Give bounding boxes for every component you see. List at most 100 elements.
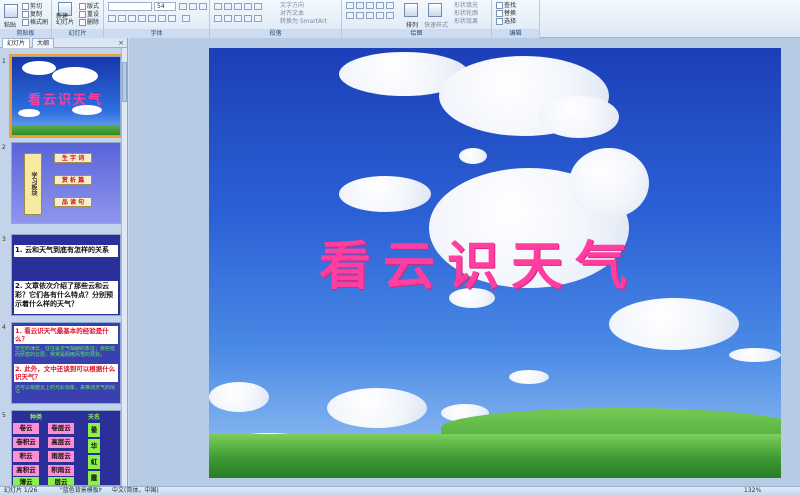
arrange-button[interactable]: 排列	[406, 20, 418, 29]
font-name-dropdown[interactable]	[108, 2, 152, 11]
increase-indent-icon[interactable]	[244, 3, 252, 10]
cloud-shape	[609, 298, 739, 350]
slide-number-5: 5	[2, 412, 6, 419]
sky-phenomenon-cell: 华	[88, 439, 100, 453]
columns-icon[interactable]	[254, 15, 262, 22]
shape-rect-icon[interactable]	[346, 2, 354, 9]
cloud-type-cell: 层云	[48, 477, 74, 485]
cloud-shape	[339, 176, 431, 212]
shape-callout-icon[interactable]	[366, 12, 374, 19]
tab-slides[interactable]: 幻灯片	[2, 38, 31, 48]
shape-effects-button[interactable]: 形状效果	[454, 16, 478, 25]
cloud-shape	[209, 382, 269, 412]
cloud-type-cell: 积云	[13, 451, 39, 462]
strikethrough-icon[interactable]	[138, 15, 146, 22]
new-slide-button[interactable]: 新建 幻灯片	[56, 14, 74, 26]
bold-icon[interactable]	[108, 15, 116, 22]
clear-format-icon[interactable]	[199, 3, 207, 10]
slide-thumbnail-5[interactable]: 种类 天名 卷云 卷积云 积云 高积云 薄云 卷层云 高层云 雨层云 积雨云 层…	[11, 410, 121, 486]
decrease-indent-icon[interactable]	[234, 3, 242, 10]
slide-thumbnail-3[interactable]: 1. 云和天气到底有怎样的关系 2. 文章依次介绍了那些云和云彩？它们各有什么特…	[11, 234, 121, 316]
cloud-shape	[52, 67, 98, 85]
cloud-type-cell: 卷云	[13, 423, 39, 434]
thumbnail-answer: 天空的薄云，往往是天气晴朗的象征；那些低而厚密的云层，常常是阴雨风雪的预兆。	[15, 346, 116, 358]
shape-more-icon[interactable]	[386, 12, 394, 19]
slide-thumbnail-1[interactable]: 看云识天气	[9, 54, 123, 138]
clipboard-group-label: 剪贴板	[0, 29, 51, 38]
slides-group: 新建 幻灯片 版式 重设 删除 幻灯片	[52, 0, 104, 38]
pane-scrollbar[interactable]	[121, 48, 127, 486]
spacing-icon[interactable]	[158, 15, 166, 22]
clipboard-group: 粘贴 剪切 复制 格式刷 剪贴板	[0, 0, 52, 38]
slide-thumbnail-2[interactable]: 学习板块 生 字 词 赏 析 篇 品 读 句	[11, 142, 121, 224]
paste-button[interactable]: 粘贴	[4, 20, 16, 29]
grow-font-icon[interactable]	[179, 3, 187, 10]
cloud-shape	[18, 109, 40, 117]
theme-name: "蓝色背景模板"	[60, 487, 102, 494]
shape-star-icon[interactable]	[356, 12, 364, 19]
cloud-type-cell: 卷积云	[13, 437, 39, 448]
shape-arrow-icon[interactable]	[376, 2, 384, 9]
underline-icon[interactable]	[128, 15, 136, 22]
delete-button[interactable]: 删除	[79, 17, 99, 26]
case-icon[interactable]	[168, 15, 176, 22]
drawing-group-label: 绘图	[342, 29, 491, 38]
quick-styles-button[interactable]: 快速样式	[424, 20, 448, 29]
sky-phenomenon-cell: 晕	[88, 423, 100, 437]
cloud-type-cell: 薄云	[13, 477, 39, 485]
paste-icon[interactable]	[4, 4, 18, 18]
spellcheck-icon[interactable]: ✓	[98, 487, 103, 495]
thumbnail-button: 品 读 句	[54, 197, 92, 207]
select-button[interactable]: 选择	[496, 16, 516, 25]
slide-number-1: 1	[2, 58, 6, 65]
slide-thumbnail-4[interactable]: 1. 看云识天气最基本的经验是什么？ 天空的薄云，往往是天气晴朗的象征；那些低而…	[11, 322, 121, 404]
thumbnail-title: 看云识天气	[28, 93, 104, 108]
scrollbar-thumb[interactable]	[122, 62, 127, 102]
thumbnail-button: 赏 析 篇	[54, 175, 92, 185]
format-painter-label: 格式刷	[30, 19, 49, 26]
slide-title[interactable]: 看云识天气	[319, 224, 639, 299]
align-right-icon[interactable]	[234, 15, 242, 22]
font-color-icon[interactable]	[182, 15, 190, 22]
line-spacing-icon[interactable]	[254, 3, 262, 10]
shape-brace-icon[interactable]	[376, 12, 384, 19]
italic-icon[interactable]	[118, 15, 126, 22]
cloud-shape	[327, 388, 427, 428]
align-center-icon[interactable]	[224, 15, 232, 22]
bullets-icon[interactable]	[214, 3, 222, 10]
shape-line-icon[interactable]	[366, 2, 374, 9]
cloud-type-cell: 卷层云	[48, 423, 74, 434]
font-group-label: 字体	[104, 29, 209, 38]
editing-group-label: 编辑	[492, 29, 539, 38]
grass-shape	[12, 125, 120, 135]
slide-number-2: 2	[2, 144, 6, 151]
main-slide[interactable]: 看云识天气	[209, 48, 781, 478]
sky-phenomenon-cell: 虹	[88, 455, 100, 469]
drawing-group: 排列 快速样式 形状填充 形状轮廓 形状效果 绘图	[342, 0, 492, 38]
cloud-type-cell: 雨层云	[48, 451, 74, 462]
slide-workspace: 看云识天气	[129, 38, 800, 486]
shape-triangle-icon[interactable]	[386, 2, 394, 9]
zoom-level[interactable]: 132%	[744, 487, 761, 495]
ribbon: 粘贴 剪切 复制 格式刷 剪贴板 新建 幻灯片 版式 重设 删除 幻灯片 54 …	[0, 0, 800, 38]
close-pane-icon[interactable]: ×	[118, 39, 124, 47]
slides-pane: 幻灯片 大纲 × 1 看云识天气 2 学习板块 生 字 词 赏 析 篇 品 读 句…	[0, 38, 128, 486]
quick-styles-icon[interactable]	[428, 3, 442, 17]
cursor-icon	[496, 18, 503, 25]
smartart-button[interactable]: 转换为 SmartArt	[280, 16, 327, 25]
tab-outline[interactable]: 大纲	[32, 38, 55, 48]
shadow-icon[interactable]	[148, 15, 156, 22]
shape-oval-icon[interactable]	[356, 2, 364, 9]
numbering-icon[interactable]	[224, 3, 232, 10]
language-indicator[interactable]: 中文(简体，中国)	[112, 487, 159, 495]
slides-group-label: 幻灯片	[52, 29, 103, 38]
format-painter-button[interactable]: 格式刷	[22, 17, 48, 26]
justify-icon[interactable]	[244, 15, 252, 22]
shrink-font-icon[interactable]	[189, 3, 197, 10]
pane-tabs: 幻灯片 大纲 ×	[0, 38, 127, 48]
align-left-icon[interactable]	[214, 15, 222, 22]
slide-counter: 幻灯片 1/26	[4, 487, 38, 494]
shape-curve-icon[interactable]	[346, 12, 354, 19]
arrange-icon[interactable]	[404, 3, 418, 17]
font-size-dropdown[interactable]: 54	[154, 2, 176, 11]
